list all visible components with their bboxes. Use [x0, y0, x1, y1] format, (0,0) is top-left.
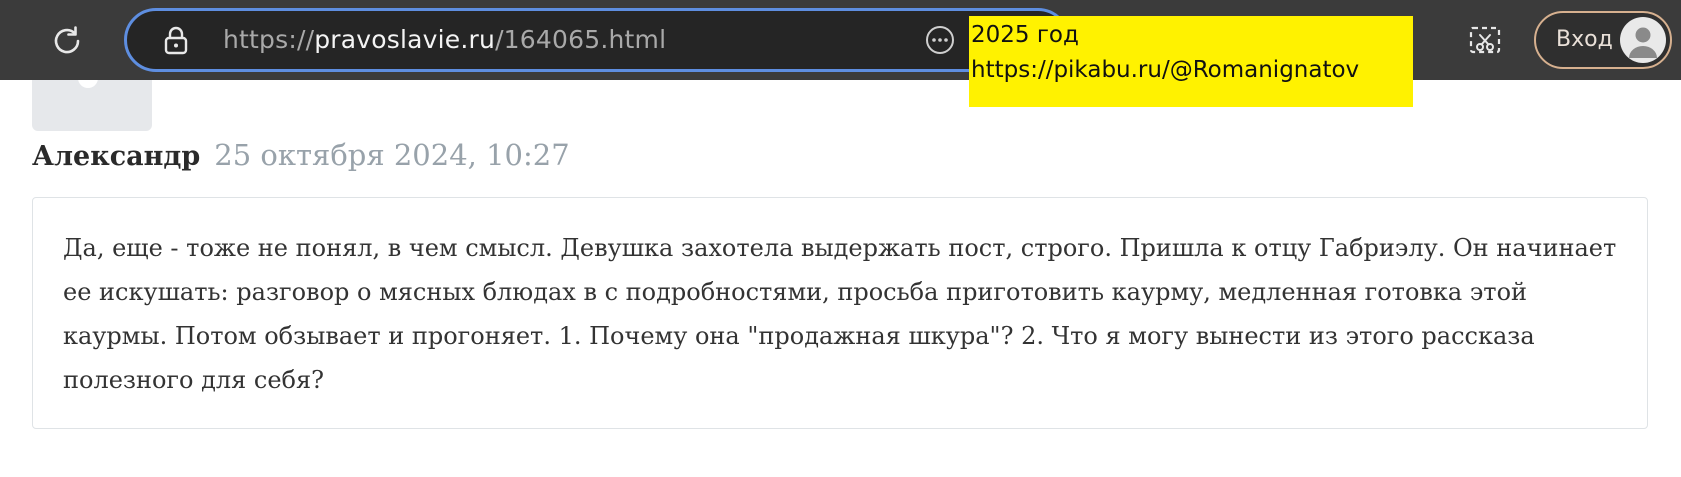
url-host: pravoslavie.ru: [314, 25, 496, 54]
comment-date: 25 октября 2024, 10:27: [214, 138, 570, 172]
reload-button[interactable]: [44, 18, 90, 64]
commenter-avatar: [32, 80, 152, 131]
more-options-icon[interactable]: [923, 23, 957, 57]
login-button[interactable]: Вход: [1534, 11, 1672, 69]
address-bar[interactable]: https://pravoslavie.ru/164065.html: [124, 8, 1070, 72]
profile-avatar-icon: [1620, 17, 1666, 63]
annotation-note: 2025 год https://pikabu.ru/@Romanignatov: [969, 16, 1413, 107]
screenshot-button[interactable]: [1464, 20, 1506, 62]
url-text[interactable]: https://pravoslavie.ru/164065.html: [223, 11, 666, 69]
url-path: /164065.html: [495, 25, 667, 54]
reload-icon: [54, 26, 80, 54]
annotation-link: https://pikabu.ru/@Romanignatov: [971, 57, 1360, 83]
browser-toolbar: https://pravoslavie.ru/164065.html Вход: [0, 0, 1681, 80]
comment-body: Да, еще - тоже не понял, в чем смысл. Де…: [32, 197, 1648, 429]
annotation-year: 2025 год: [971, 22, 1079, 48]
url-scheme: https://: [223, 25, 315, 54]
screenshot-icon: [1469, 26, 1501, 54]
comment-text: Да, еще - тоже не понял, в чем смысл. Де…: [63, 234, 1617, 394]
comment-header: Александр 25 октября 2024, 10:27: [32, 138, 570, 178]
lock-icon[interactable]: [161, 25, 191, 55]
login-label: Вход: [1556, 27, 1613, 52]
comment-author[interactable]: Александр: [32, 141, 200, 172]
